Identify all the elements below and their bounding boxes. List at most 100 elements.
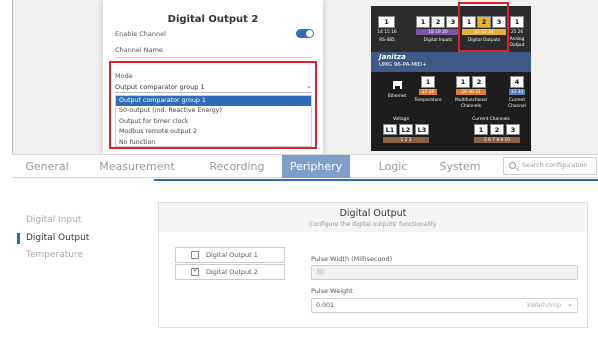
tab-measurement[interactable]: Measurement [82, 155, 192, 178]
multifunctional-terminal-2: 2 [472, 76, 486, 88]
digital-input-number: 2 [435, 18, 441, 26]
digital-input-1: 1 [416, 16, 430, 28]
mode-option[interactable]: S0-output (ind. Reactive Energy) [116, 106, 311, 116]
voltage-l3: L3 [415, 124, 429, 135]
digital-input-2: 2 [431, 16, 445, 28]
rs485-label: RS-485 [379, 38, 395, 43]
chevron-down-icon: ⌄ [306, 82, 312, 90]
current-channel-label-a: Current [508, 98, 526, 103]
digital-input-number: 3 [450, 18, 456, 26]
mode-label: Mode [115, 72, 133, 80]
current-terminal-number: 1 [478, 125, 484, 134]
rs485-terminal-number: 1 [384, 18, 389, 26]
current-channel-label-b: Channel [508, 104, 526, 109]
toggle-knob [306, 30, 313, 37]
rs485-pins: 14 15 16 [377, 29, 397, 35]
mode-select-value: Output comparator group 1 [115, 83, 205, 91]
channel-settings-popup: Digital Output 2 Enable Channel Channel … [103, 0, 323, 154]
sidebar-active-indicator [17, 233, 20, 244]
temperature-terminal: 1 [421, 76, 435, 88]
popup-title: Digital Output 2 [167, 14, 259, 25]
output-row-2[interactable]: ✓ Digital Output 2 [175, 264, 285, 280]
voltage-l2: L2 [399, 124, 413, 135]
multifunctional-terminal-number: 2 [476, 78, 482, 86]
tab-general[interactable]: General [12, 155, 82, 178]
mode-option[interactable]: No function [116, 138, 311, 146]
pulse-width-value: 30 [316, 269, 325, 276]
analog-output-number: 1 [514, 18, 520, 26]
current-pins: 5 6 7 8 9 10 [474, 137, 520, 143]
multifunctional-pins: 29 30 31 [456, 89, 486, 95]
mode-option[interactable]: Output comparator group 1 [116, 96, 311, 107]
current-channel-terminal: 4 [510, 76, 524, 88]
digital-input-number: 1 [420, 18, 426, 26]
search-icon [509, 162, 516, 169]
device-model: UMG 96-PA-MID+ [379, 62, 427, 68]
temperature-label: Temperature [414, 98, 442, 103]
pulse-width-field[interactable]: 30 [311, 265, 578, 280]
analog-output-terminal: 1 [510, 16, 524, 28]
tab-logic[interactable]: Logic [357, 155, 429, 178]
voltage-terminal-name: L3 [417, 125, 427, 134]
tab-recording[interactable]: Recording [192, 155, 282, 178]
voltage-terminal-name: L1 [385, 125, 395, 134]
analog-output-label-a: Analog [509, 37, 525, 42]
search-placeholder: Search configuration [522, 162, 588, 169]
analog-output-pins: 25 26 [510, 29, 524, 35]
check-icon: ✓ [193, 266, 199, 274]
current-terminal-1: 1 [474, 124, 488, 135]
temperature-terminal-number: 1 [425, 78, 431, 86]
ethernet-icon [393, 81, 402, 89]
output-2-checkbox[interactable]: ✓ [191, 266, 199, 276]
sidebar-item-digital-input[interactable]: Digital Input [26, 215, 81, 225]
digital-input-pins: 18 19 20 [416, 29, 460, 35]
multifunctional-label-b: Channels [461, 104, 481, 109]
current-channels-label: Current Channels [472, 117, 510, 122]
output-2-label: Digital Output 2 [206, 268, 258, 276]
output-1-label: Digital Output 1 [206, 251, 258, 259]
pulse-weight-field[interactable]: 0.001 kWarh/Imp ⌄ [311, 298, 578, 313]
rs485-terminal: 1 [378, 16, 395, 28]
tab-periphery[interactable]: Periphery [282, 155, 350, 178]
main-tab-bar: General Measurement Recording Periphery … [12, 154, 598, 178]
chevron-down-icon[interactable]: ⌄ [567, 298, 573, 311]
voltage-terminal-name: L2 [401, 125, 411, 134]
sidebar-item-digital-output[interactable]: Digital Output [26, 233, 89, 243]
current-channel-number: 4 [514, 78, 520, 86]
temperature-pins: 27 28 [419, 89, 437, 95]
current-terminal-number: 3 [510, 125, 516, 134]
current-terminal-3: 3 [506, 124, 520, 135]
ethernet-label: Ethernet [387, 94, 407, 99]
voltage-pins: 1 2 3 [383, 137, 429, 143]
voltage-label: Voltage [392, 117, 410, 122]
voltage-l1: L1 [383, 124, 397, 135]
digital-outputs-highlight-box [458, 2, 509, 52]
pulse-weight-value: 0.001 [316, 302, 335, 309]
analog-output-label-b: Output [509, 43, 525, 48]
panel-title: Digital Output [339, 208, 407, 219]
search-input[interactable]: Search configuration [503, 157, 597, 175]
output-row-1[interactable]: Digital Output 1 [175, 247, 285, 263]
mode-dropdown-list: Output comparator group 1 S0-output (ind… [115, 95, 312, 147]
tab-system[interactable]: System [430, 155, 490, 178]
output-1-checkbox[interactable] [191, 251, 199, 259]
mode-select[interactable]: Output comparator group 1 ⌄ [115, 82, 312, 93]
current-terminal-number: 2 [494, 125, 500, 134]
digital-inputs-label: Digital Inputs [423, 38, 453, 43]
sidebar-item-temperature[interactable]: Temperature [26, 250, 83, 260]
pulse-width-label: Pulse Width (Millisecond) [311, 255, 393, 263]
current-channel-pins: 33 34 [509, 89, 525, 95]
pulse-weight-unit: kWarh/Imp [527, 302, 561, 309]
mode-option[interactable]: Output for timer clock [116, 117, 311, 127]
device-brand: Janitza [379, 53, 406, 61]
channel-name-input[interactable] [115, 57, 312, 58]
tab-underline [154, 179, 598, 181]
multifunctional-terminal-1: 1 [456, 76, 470, 88]
pulse-weight-label: Pulse Weight [311, 287, 353, 295]
multifunctional-label-a: Multifunctional [455, 98, 487, 103]
mode-option[interactable]: Modbus remote output 2 [116, 127, 311, 137]
panel-subtitle: Configure the digital outputs' functiona… [309, 221, 437, 228]
enable-channel-label: Enable Channel [115, 30, 166, 38]
enable-channel-toggle[interactable] [296, 29, 314, 38]
multifunctional-terminal-number: 1 [460, 78, 466, 86]
